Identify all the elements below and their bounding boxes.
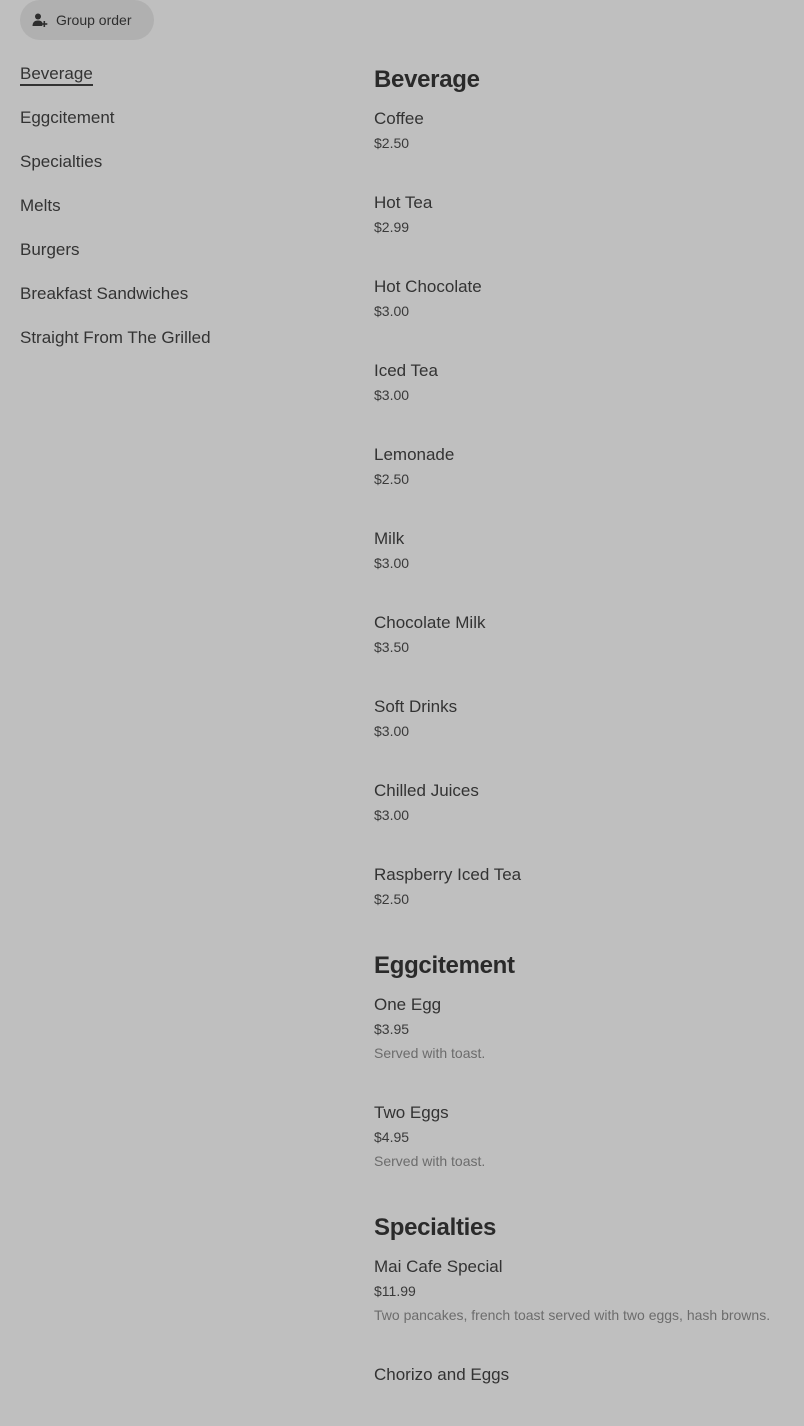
menu-item[interactable]: Iced Tea $3.00 [374, 360, 794, 404]
menu-item-description: Served with toast. [374, 1045, 486, 1061]
menu-item-description: Two pancakes, french toast served with t… [374, 1307, 771, 1323]
category-sidebar: Beverage Eggcitement Specialties Melts Burge… [20, 62, 320, 370]
menu-item-name: One Egg [374, 995, 442, 1014]
menu-item-price: $2.50 [374, 891, 410, 907]
menu-item-name: Iced Tea [374, 361, 438, 380]
sidebar-item-straight-from-the-grilled[interactable]: Straight From The Grilled [20, 326, 320, 370]
menu-item[interactable]: Milk $3.00 [374, 528, 794, 572]
sidebar-item-label: Melts [20, 196, 61, 215]
menu-item[interactable]: Hot Chocolate $3.00 [374, 276, 794, 320]
menu-item[interactable]: Soft Drinks $3.00 [374, 696, 794, 740]
sidebar-item-label: Eggcitement [20, 108, 115, 127]
menu-item[interactable]: Lemonade $2.50 [374, 444, 794, 488]
menu-item-name: Chocolate Milk [374, 613, 486, 632]
menu-item-price: $3.95 [374, 1021, 410, 1037]
menu-item[interactable]: Chorizo and Eggs [374, 1364, 794, 1386]
menu-item-price: $4.95 [374, 1129, 410, 1145]
sidebar-item-melts[interactable]: Melts [20, 194, 320, 238]
sidebar-item-label: Burgers [20, 240, 80, 259]
menu-item[interactable]: Two Eggs $4.95 Served with toast. [374, 1102, 794, 1170]
menu-item[interactable]: Hot Tea $2.99 [374, 192, 794, 236]
sidebar-item-label: Straight From The Grilled [20, 328, 211, 347]
menu-item-price: $3.00 [374, 723, 410, 739]
menu-item-name: Mai Cafe Special [374, 1257, 503, 1276]
section-title: Eggcitement [374, 952, 515, 979]
menu-item-name: Soft Drinks [374, 697, 458, 716]
menu-item-name: Chilled Juices [374, 781, 479, 800]
sidebar-item-label: Breakfast Sandwiches [20, 284, 189, 303]
menu-item[interactable]: Coffee $2.50 [374, 108, 794, 152]
menu-item-price: $3.00 [374, 807, 410, 823]
menu-item[interactable]: One Egg $3.95 Served with toast. [374, 994, 794, 1062]
menu-item-price: $3.00 [374, 555, 410, 571]
menu-item-name: Hot Tea [374, 193, 433, 212]
group-order-button[interactable]: Group order [20, 0, 154, 40]
sidebar-item-specialties[interactable]: Specialties [20, 150, 320, 194]
menu-item-name: Milk [374, 529, 405, 548]
menu-item-name: Two Eggs [374, 1103, 449, 1122]
menu-item-description: Served with toast. [374, 1153, 486, 1169]
sidebar-item-breakfast-sandwiches[interactable]: Breakfast Sandwiches [20, 282, 320, 326]
menu-item-price: $2.99 [374, 219, 410, 235]
menu-item-price: $2.50 [374, 135, 410, 151]
menu-item-name: Coffee [374, 109, 424, 128]
menu-item[interactable]: Mai Cafe Special $11.99 Two pancakes, fren… [374, 1256, 794, 1324]
menu-item-name: Hot Chocolate [374, 277, 482, 296]
menu-item-price: $2.50 [374, 471, 410, 487]
menu-item-name: Chorizo and Eggs [374, 1365, 510, 1384]
menu-item[interactable]: Chilled Juices $3.00 [374, 780, 794, 824]
sidebar-item-burgers[interactable]: Burgers [20, 238, 320, 282]
menu-section-beverage: Beverage Coffee $2.50 Hot Tea $2.99 Hot Choco… [374, 62, 794, 908]
menu-item-price: $3.50 [374, 639, 410, 655]
menu-section-specialties: Specialties Mai Cafe Special $11.99 Two pan… [374, 1210, 794, 1386]
group-order-label: Group order [56, 12, 132, 28]
menu-item-price: $3.00 [374, 303, 410, 319]
menu-item-name: Lemonade [374, 445, 455, 464]
sidebar-item-beverage[interactable]: Beverage [20, 62, 320, 106]
menu-item[interactable]: Raspberry Iced Tea $2.50 [374, 864, 794, 908]
section-title: Beverage [374, 66, 480, 93]
add-person-icon [32, 12, 48, 28]
sidebar-item-label: Specialties [20, 152, 103, 171]
menu-section-eggcitement: Eggcitement One Egg $3.95 Served with toast… [374, 948, 794, 1170]
sidebar-item-label: Beverage [20, 64, 93, 86]
section-title: Specialties [374, 1214, 497, 1241]
menu-item-price: $3.00 [374, 387, 410, 403]
menu-item-name: Raspberry Iced Tea [374, 865, 522, 884]
sidebar-item-eggcitement[interactable]: Eggcitement [20, 106, 320, 150]
menu-item-price: $11.99 [374, 1283, 416, 1299]
menu-item[interactable]: Chocolate Milk $3.50 [374, 612, 794, 656]
menu-list: Beverage Coffee $2.50 Hot Tea $2.99 Hot Choco… [374, 62, 794, 1426]
